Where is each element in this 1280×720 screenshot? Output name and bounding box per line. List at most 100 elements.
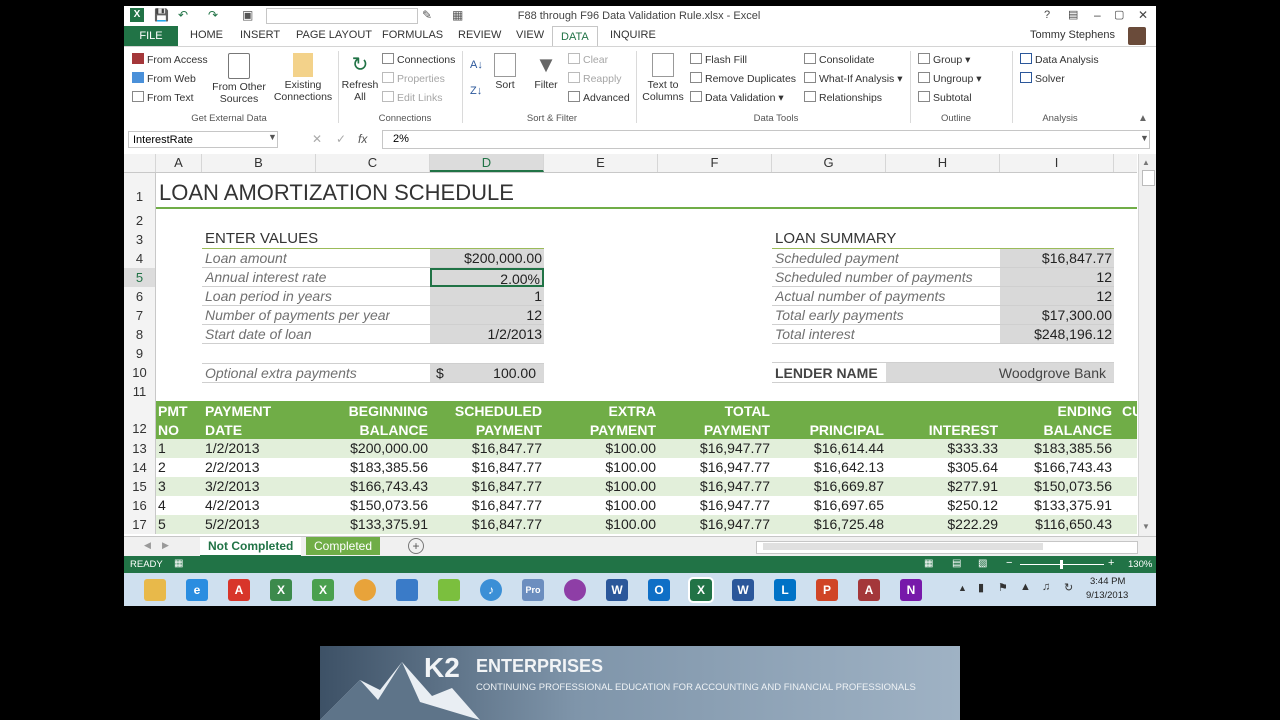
header-ending-balance-2[interactable]: BALANCE — [1000, 422, 1112, 438]
table-cell[interactable]: 5 — [158, 516, 166, 532]
from-other-sources-button[interactable]: From Other Sources — [208, 53, 270, 105]
network-icon[interactable]: ▲ — [1020, 581, 1031, 593]
advanced-button[interactable]: Advanced — [568, 91, 630, 104]
excel-taskbar-icon[interactable]: X — [688, 577, 714, 603]
macro-record-icon[interactable]: ▦ — [174, 558, 183, 569]
col-header-c[interactable]: C — [316, 154, 430, 172]
header-ending-balance-1[interactable]: ENDING — [1000, 403, 1112, 419]
table-cell[interactable]: $16,947.77 — [658, 459, 770, 475]
clock-date[interactable]: 9/13/2013 — [1086, 590, 1128, 601]
table-cell[interactable]: $166,743.43 — [316, 478, 428, 494]
header-beginning-balance-2[interactable]: BALANCE — [316, 422, 428, 438]
chrome-icon[interactable] — [354, 579, 376, 601]
summary-label[interactable]: Actual number of payments — [775, 288, 945, 304]
summary-label[interactable]: Total early payments — [775, 307, 904, 323]
sheet-tab-completed[interactable]: Completed — [306, 537, 381, 555]
internet-explorer-icon[interactable]: e — [186, 579, 208, 601]
table-cell[interactable]: $333.33 — [886, 440, 998, 456]
tray-icon[interactable]: ▮ — [978, 581, 984, 594]
vertical-scrollbar[interactable]: ▲ ▼ — [1138, 154, 1156, 536]
clock-time[interactable]: 3:44 PM — [1090, 576, 1125, 587]
onenote-icon[interactable]: N — [900, 579, 922, 601]
col-header-i[interactable]: I — [1000, 154, 1114, 172]
tray-expand-icon[interactable]: ▲ — [958, 583, 967, 593]
data-validation-button[interactable]: Data Validation ▾ — [690, 91, 784, 104]
refresh-all-button[interactable]: ↻ Refresh All — [340, 53, 380, 103]
user-name[interactable]: Tommy Stephens — [1030, 29, 1115, 41]
reapply-button[interactable]: Reapply — [568, 72, 622, 85]
tab-inquire[interactable]: INQUIRE — [610, 29, 656, 41]
worksheet-grid[interactable]: A B C D E F G H I 1 2 3 4 5 6 7 8 9 10 1… — [124, 154, 1137, 536]
new-sheet-button[interactable]: + — [408, 538, 424, 554]
header-extra-payment-1[interactable]: EXTRA — [544, 403, 656, 419]
volume-icon[interactable]: ♫ — [1042, 581, 1050, 593]
table-cell[interactable]: 5/2/2013 — [205, 516, 260, 532]
save-icon[interactable]: 💾 — [154, 8, 169, 22]
sort-button[interactable]: Sort — [488, 53, 522, 91]
tab-formulas[interactable]: FORMULAS — [382, 29, 443, 41]
name-box[interactable]: InterestRate — [128, 131, 278, 148]
word-icon[interactable]: W — [606, 579, 628, 601]
row-header[interactable]: 8 — [124, 325, 156, 344]
subtotal-button[interactable]: Subtotal — [918, 91, 972, 104]
loan-summary-heading[interactable]: LOAN SUMMARY — [775, 230, 896, 247]
header-scheduled-payment-2[interactable]: PAYMENT — [430, 422, 542, 438]
table-cell[interactable]: $100.00 — [544, 497, 656, 513]
selected-cell-interest-rate[interactable]: 2.00% — [430, 268, 544, 287]
row-header[interactable]: 2 — [124, 211, 156, 230]
remove-duplicates-button[interactable]: Remove Duplicates — [690, 72, 796, 85]
extra-payments-label[interactable]: Optional extra payments — [205, 365, 357, 381]
zoom-slider-thumb[interactable] — [1060, 560, 1063, 569]
row-header[interactable]: 15 — [124, 477, 156, 496]
table-cell[interactable]: $16,947.77 — [658, 516, 770, 532]
network-app-icon[interactable] — [396, 579, 418, 601]
header-extra-payment-2[interactable]: PAYMENT — [544, 422, 656, 438]
summary-label[interactable]: Total interest — [775, 326, 855, 342]
col-header-b[interactable]: B — [202, 154, 316, 172]
tab-home[interactable]: HOME — [190, 29, 223, 41]
formula-input[interactable]: 2% — [382, 130, 1150, 149]
redo-icon[interactable]: ↷ — [208, 8, 218, 22]
access-taskbar-icon[interactable]: A — [858, 579, 880, 601]
header-cut-off[interactable]: CU — [1122, 403, 1137, 419]
connections-button[interactable]: Connections — [382, 53, 455, 66]
input-value[interactable]: 1/2/2013 — [430, 326, 543, 342]
restore-button[interactable]: ▢ — [1114, 8, 1124, 21]
flag-icon[interactable]: ⚑ — [998, 581, 1008, 594]
horizontal-scroll-thumb[interactable] — [763, 543, 1043, 550]
from-web-button[interactable]: From Web — [132, 72, 196, 85]
sync-icon[interactable]: ↻ — [1064, 581, 1073, 594]
table-cell[interactable]: $100.00 — [544, 516, 656, 532]
powerpoint-icon[interactable]: P — [816, 579, 838, 601]
file-explorer-icon[interactable] — [144, 579, 166, 601]
table-cell[interactable]: $277.91 — [886, 478, 998, 494]
row-header[interactable]: 13 — [124, 439, 156, 458]
row-header[interactable]: 7 — [124, 306, 156, 325]
table-cell[interactable]: $16,947.77 — [658, 440, 770, 456]
scroll-up-icon[interactable]: ▲ — [1142, 158, 1150, 167]
enter-icon[interactable]: ✓ — [336, 132, 346, 146]
sort-az-icon[interactable]: A↓ — [470, 59, 483, 71]
spreadsheet-app-icon[interactable]: X — [270, 579, 292, 601]
table-cell[interactable]: $16,847.77 — [430, 459, 542, 475]
input-label[interactable]: Start date of loan — [205, 326, 312, 342]
tab-insert[interactable]: INSERT — [240, 29, 280, 41]
scroll-down-icon[interactable]: ▼ — [1142, 522, 1150, 531]
table-cell[interactable]: $100.00 — [544, 459, 656, 475]
row-header[interactable]: 9 — [124, 344, 156, 363]
sheet-tab-not-completed[interactable]: Not Completed — [200, 537, 302, 557]
table-cell[interactable]: $16,847.77 — [430, 497, 542, 513]
table-cell[interactable]: $250.12 — [886, 497, 998, 513]
table-cell[interactable]: $16,847.77 — [430, 440, 542, 456]
table-cell[interactable]: 4 — [158, 497, 166, 513]
input-label[interactable]: Number of payments per year — [205, 307, 390, 323]
table-cell[interactable]: $16,725.48 — [772, 516, 884, 532]
table-cell[interactable]: 2/2/2013 — [205, 459, 260, 475]
header-interest[interactable]: INTEREST — [886, 422, 998, 438]
row-header[interactable]: 10 — [124, 363, 156, 382]
input-label[interactable]: Loan period in years — [205, 288, 332, 304]
row-header[interactable]: 12 — [124, 401, 156, 439]
consolidate-button[interactable]: Consolidate — [804, 53, 874, 66]
header-total-payment-2[interactable]: PAYMENT — [658, 422, 770, 438]
scroll-thumb[interactable] — [1142, 170, 1155, 186]
